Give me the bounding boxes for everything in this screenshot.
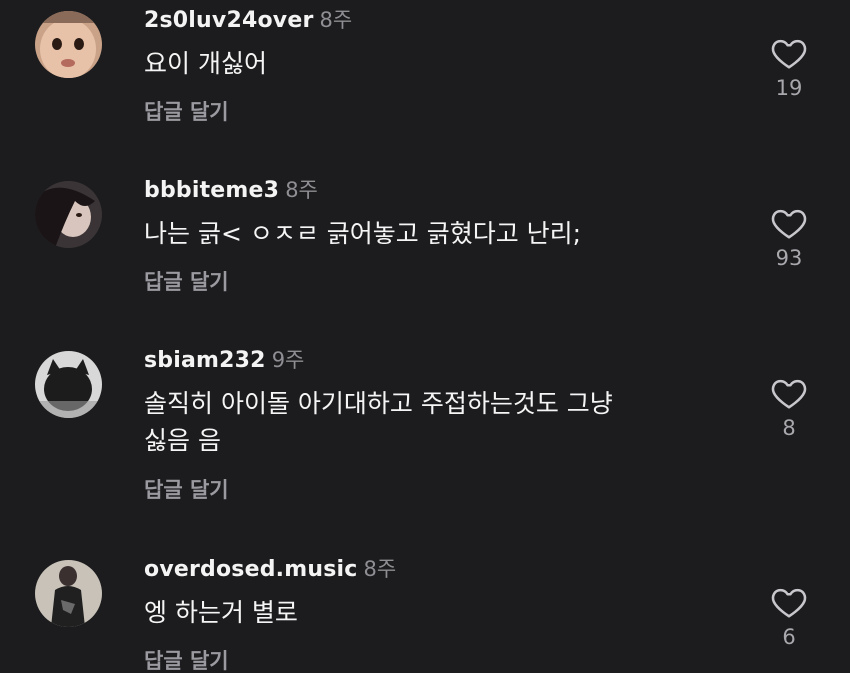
like-button[interactable]: 6 xyxy=(766,583,812,649)
comment-text: 솔직히 아이돌 아기대하고 주접하는것도 그냥싫음 음 xyxy=(144,389,613,455)
like-count: 8 xyxy=(782,416,796,440)
avatar[interactable] xyxy=(35,181,102,248)
reply-button[interactable]: 답글 달기 xyxy=(144,474,229,504)
comment-text: 요이 개싫어 xyxy=(144,49,267,78)
comment-username[interactable]: sbiam232 xyxy=(144,348,266,373)
heart-icon[interactable] xyxy=(769,374,809,412)
like-button[interactable]: 19 xyxy=(766,34,812,100)
comment-list: 2s0luv24over 8주 요이 개싫어 답글 달기 19 bbbiteme3… xyxy=(0,0,850,673)
avatar[interactable] xyxy=(35,11,102,78)
comment-text: 나는 긁< ㅇㅈㄹ 긁어놓고 긁혔다고 난리; xyxy=(144,219,582,248)
comment-username[interactable]: overdosed.music xyxy=(144,557,357,582)
comment-item: sbiam232 9주 솔직히 아이돌 아기대하고 주접하는것도 그냥싫음 음 답… xyxy=(0,340,850,540)
reply-button[interactable]: 답글 달기 xyxy=(144,645,229,673)
comment-time: 9주 xyxy=(271,348,305,372)
comment-time: 8주 xyxy=(363,557,397,581)
heart-icon[interactable] xyxy=(769,34,809,72)
like-button[interactable]: 8 xyxy=(766,374,812,440)
comment-item: 2s0luv24over 8주 요이 개싫어 답글 달기 19 xyxy=(0,0,850,160)
comment-username[interactable]: bbbiteme3 xyxy=(144,178,279,203)
avatar-person-icon xyxy=(35,560,102,627)
avatar[interactable] xyxy=(35,560,102,627)
like-count: 19 xyxy=(775,76,803,100)
like-button[interactable]: 93 xyxy=(766,204,812,270)
comment-username[interactable]: 2s0luv24over xyxy=(144,8,314,33)
heart-icon[interactable] xyxy=(769,204,809,242)
heart-icon[interactable] xyxy=(769,583,809,621)
comment-text: 엥 하는거 별로 xyxy=(144,598,298,627)
avatar-face-icon xyxy=(35,11,102,78)
comment-item: bbbiteme3 8주 나는 긁< ㅇㅈㄹ 긁어놓고 긁혔다고 난리; 답글 달… xyxy=(0,170,850,330)
comment-time: 8주 xyxy=(285,178,318,202)
avatar[interactable] xyxy=(35,351,102,418)
reply-button[interactable]: 답글 달기 xyxy=(144,96,229,126)
avatar-cat-icon xyxy=(35,351,102,418)
like-count: 93 xyxy=(775,246,803,270)
reply-button[interactable]: 답글 달기 xyxy=(144,266,229,296)
like-count: 6 xyxy=(782,625,796,649)
avatar-person-icon xyxy=(35,181,102,248)
comment-time: 8주 xyxy=(319,8,353,32)
comment-item: overdosed.music 8주 엥 하는거 별로 답글 달기 6 xyxy=(0,549,850,673)
